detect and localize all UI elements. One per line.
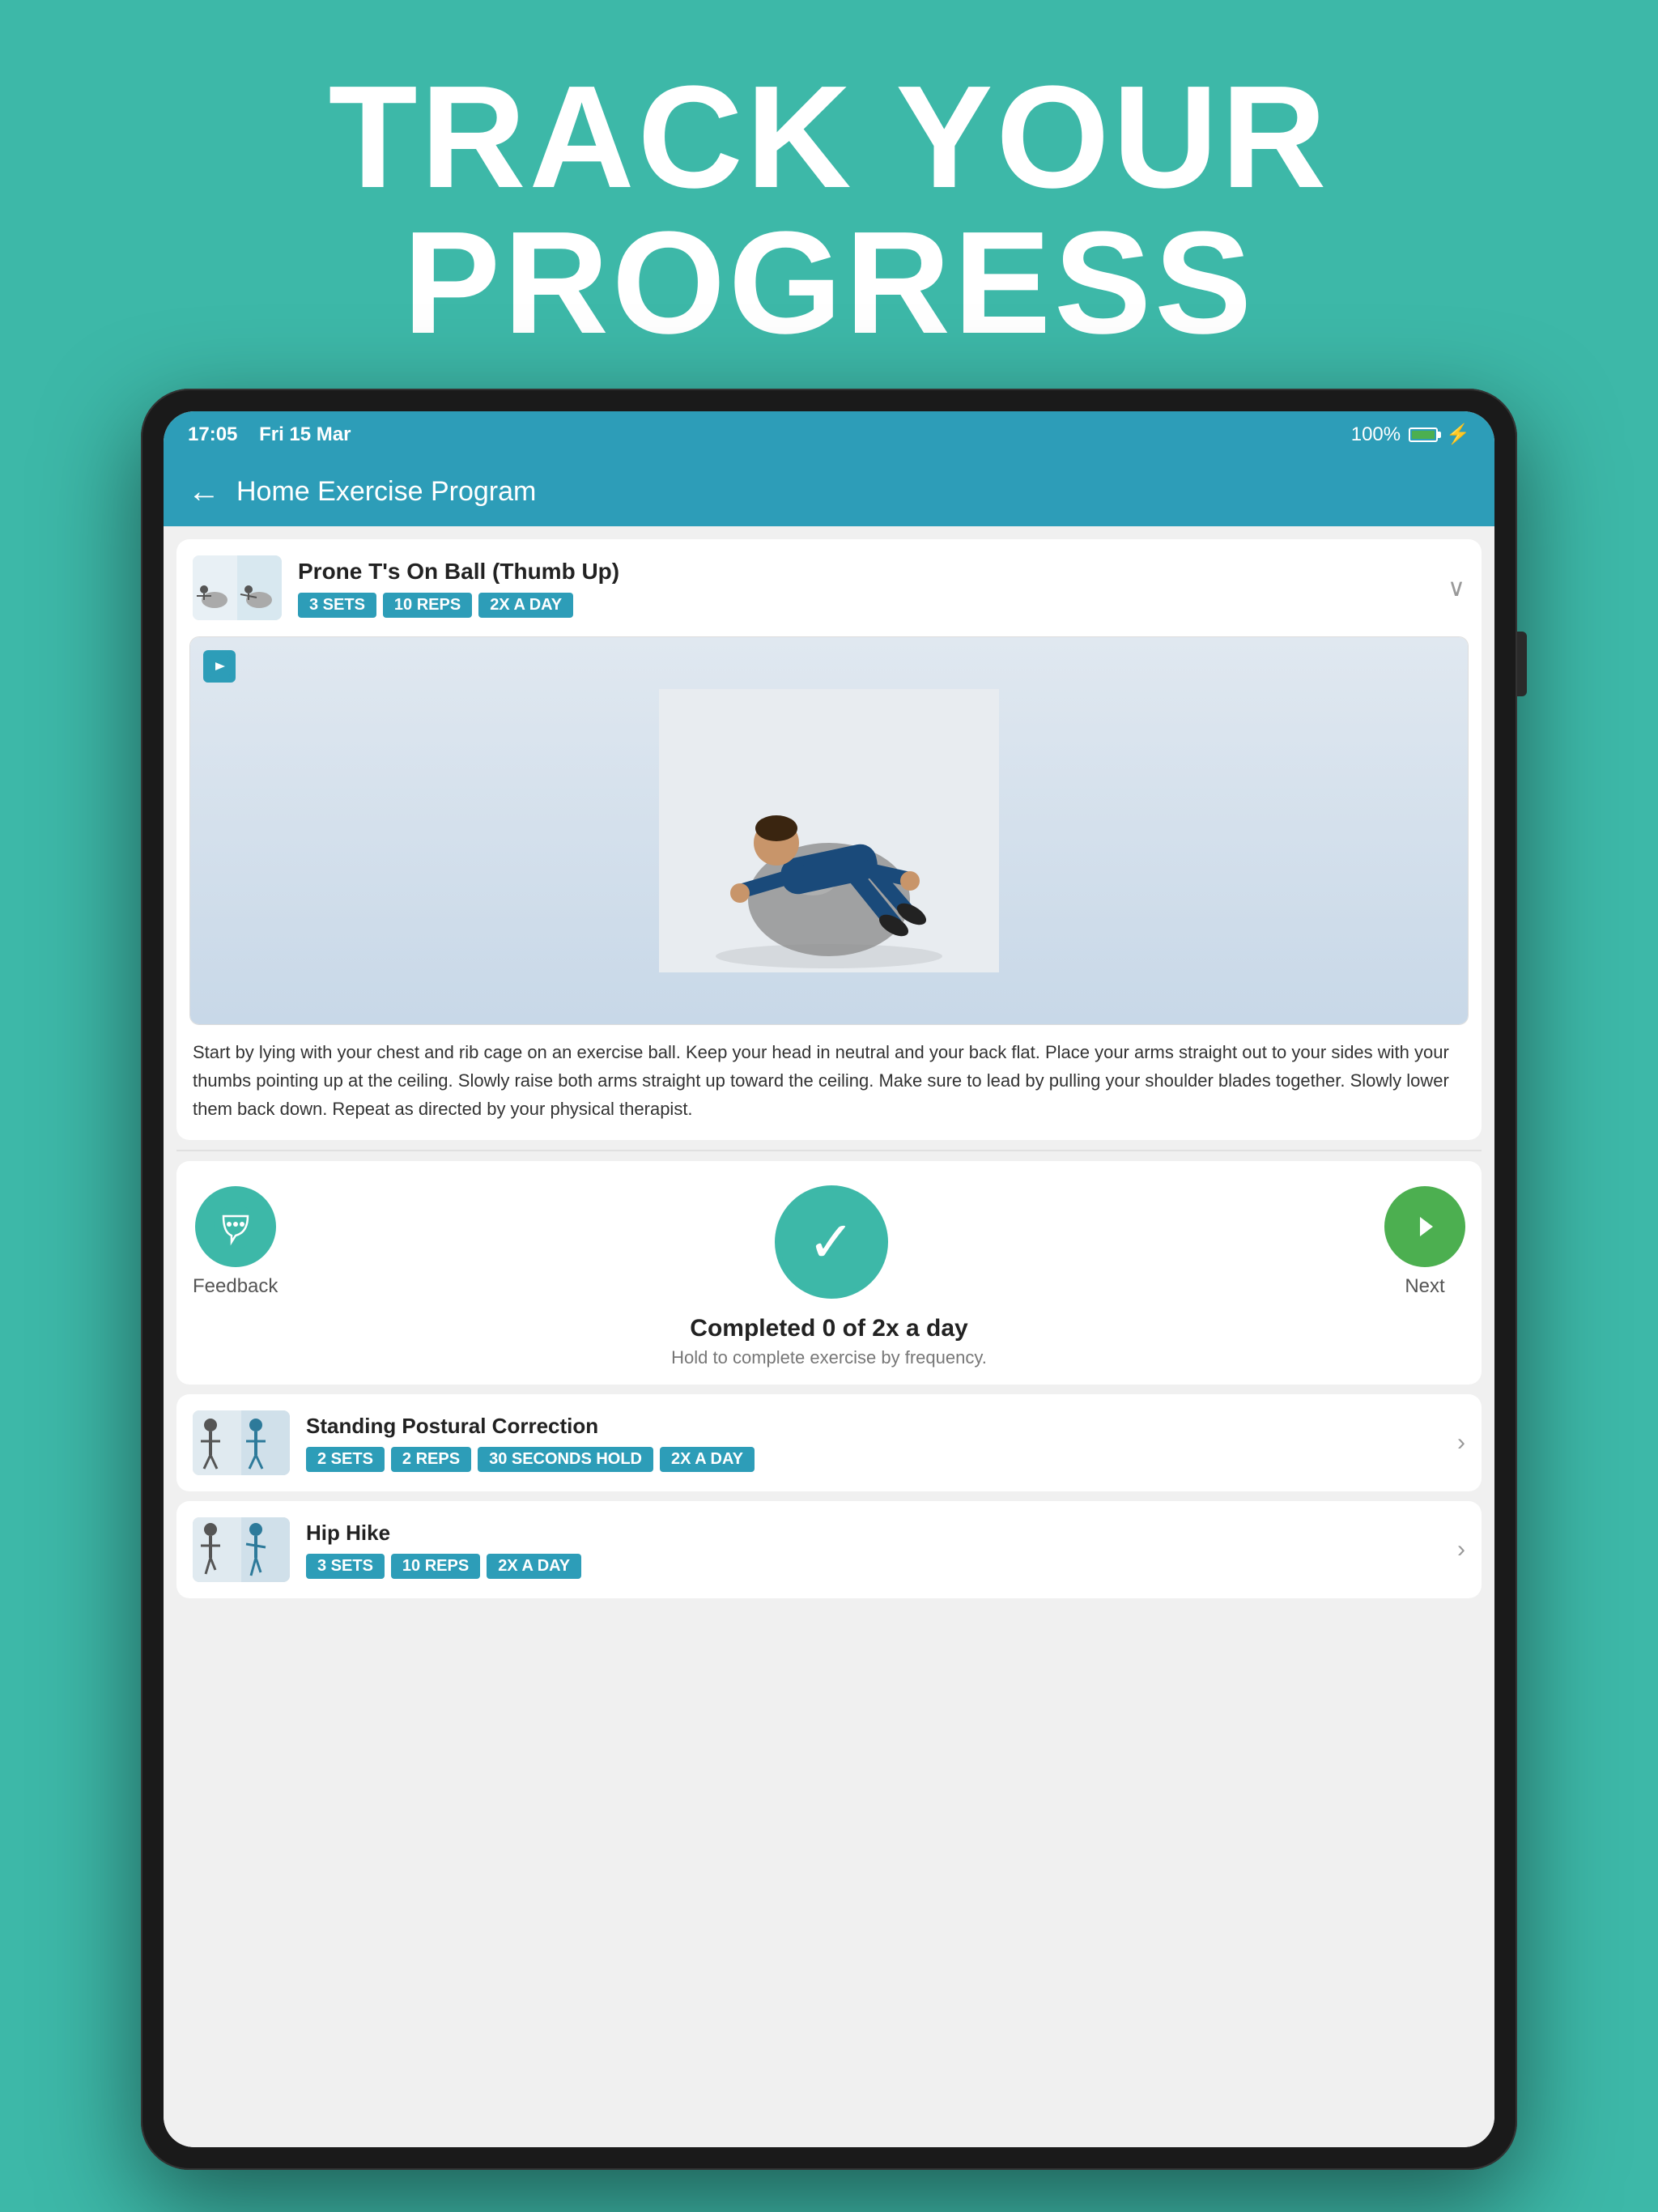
check-icon: ✓ xyxy=(807,1214,855,1270)
exercise-info: Prone T's On Ball (Thumb Up) 3 SETS 10 R… xyxy=(298,559,1431,618)
exercise-tags: 3 SETS 10 REPS 2X A DAY xyxy=(298,593,1431,618)
list-tag-1-freq: 2X A DAY xyxy=(660,1447,755,1472)
feedback-button[interactable]: Feedback xyxy=(193,1186,278,1298)
tablet-screen: 17:05 Fri 15 Mar 100% ⚡ ← Home Exercise … xyxy=(164,411,1494,2147)
list-tag-1-hold: 30 SECONDS HOLD xyxy=(478,1447,653,1472)
completed-sub: Hold to complete exercise by frequency. xyxy=(193,1347,1465,1368)
exercise-animation-svg xyxy=(659,689,999,972)
charging-icon: ⚡ xyxy=(1446,423,1470,446)
next-icon xyxy=(1407,1209,1443,1244)
complete-button[interactable]: ✓ xyxy=(775,1185,888,1299)
video-area[interactable] xyxy=(189,636,1469,1025)
tablet-wrapper: 17:05 Fri 15 Mar 100% ⚡ ← Home Exercise … xyxy=(141,389,1517,2170)
battery-fill xyxy=(1412,431,1435,439)
exercise-chevron[interactable]: ∨ xyxy=(1448,574,1465,602)
status-bar: 17:05 Fri 15 Mar 100% ⚡ xyxy=(164,411,1494,457)
next-button[interactable]: Next xyxy=(1384,1186,1465,1298)
action-buttons: Feedback ✓ xyxy=(193,1185,1465,1299)
exercise-name: Prone T's On Ball (Thumb Up) xyxy=(298,559,1431,585)
active-exercise-card: Prone T's On Ball (Thumb Up) 3 SETS 10 R… xyxy=(176,539,1482,1140)
tag-frequency: 2X A DAY xyxy=(478,593,573,618)
feedback-label: Feedback xyxy=(193,1275,278,1298)
navbar-title: Home Exercise Program xyxy=(236,476,536,508)
tag-sets: 3 SETS xyxy=(298,593,376,618)
list-chevron-2: › xyxy=(1457,1536,1465,1563)
next-circle[interactable] xyxy=(1384,1186,1465,1267)
feedback-icon xyxy=(214,1205,257,1249)
app-navbar: ← Home Exercise Program xyxy=(164,457,1494,526)
action-area: Feedback ✓ xyxy=(176,1161,1482,1385)
next-label: Next xyxy=(1405,1275,1444,1298)
list-chevron-1: › xyxy=(1457,1429,1465,1457)
video-logo xyxy=(203,650,236,683)
video-bg xyxy=(190,637,1468,1024)
list-tags-2: 3 SETS 10 REPS 2X A DAY xyxy=(306,1554,1441,1579)
status-right: 100% ⚡ xyxy=(1351,423,1470,446)
list-tag-1-sets: 2 SETS xyxy=(306,1447,385,1472)
content-area[interactable]: Prone T's On Ball (Thumb Up) 3 SETS 10 R… xyxy=(164,526,1494,2147)
list-name-1: Standing Postural Correction xyxy=(306,1414,1441,1439)
completed-main: Completed 0 of 2x a day xyxy=(193,1315,1465,1342)
list-tags-1: 2 SETS 2 REPS 30 SECONDS HOLD 2X A DAY xyxy=(306,1447,1441,1472)
battery-percent: 100% xyxy=(1351,423,1401,446)
tag-reps: 10 REPS xyxy=(383,593,472,618)
list-info-2: Hip Hike 3 SETS 10 REPS 2X A DAY xyxy=(306,1521,1441,1579)
list-name-2: Hip Hike xyxy=(306,1521,1441,1546)
exercise-thumb-svg xyxy=(193,555,282,620)
main-title: TRACK YOUR PROGRESS xyxy=(81,65,1577,356)
list-thumb-1 xyxy=(193,1410,290,1475)
list-thumb-2 xyxy=(193,1517,290,1582)
completed-text-area: Completed 0 of 2x a day Hold to complete… xyxy=(193,1315,1465,1368)
exercise-header: Prone T's On Ball (Thumb Up) 3 SETS 10 R… xyxy=(176,539,1482,636)
list-item-2[interactable]: Hip Hike 3 SETS 10 REPS 2X A DAY › xyxy=(176,1501,1482,1598)
battery-icon xyxy=(1409,428,1438,442)
exercise-description: Start by lying with your chest and rib c… xyxy=(176,1038,1482,1140)
list-tag-2-sets: 3 SETS xyxy=(306,1554,385,1579)
list-thumb-svg-1 xyxy=(193,1410,290,1475)
status-time: 17:05 Fri 15 Mar xyxy=(188,423,351,446)
separator xyxy=(176,1150,1482,1151)
list-info-1: Standing Postural Correction 2 SETS 2 RE… xyxy=(306,1414,1441,1472)
tablet-outer: 17:05 Fri 15 Mar 100% ⚡ ← Home Exercise … xyxy=(141,389,1517,2170)
list-tag-2-reps: 10 REPS xyxy=(391,1554,480,1579)
feedback-circle[interactable] xyxy=(195,1186,276,1267)
list-tag-2-freq: 2X A DAY xyxy=(487,1554,581,1579)
exercise-thumbnail xyxy=(193,555,282,620)
list-item-1[interactable]: Standing Postural Correction 2 SETS 2 RE… xyxy=(176,1394,1482,1491)
list-tag-1-reps: 2 REPS xyxy=(391,1447,471,1472)
list-thumb-svg-2 xyxy=(193,1517,290,1582)
back-button[interactable]: ← xyxy=(188,474,220,510)
